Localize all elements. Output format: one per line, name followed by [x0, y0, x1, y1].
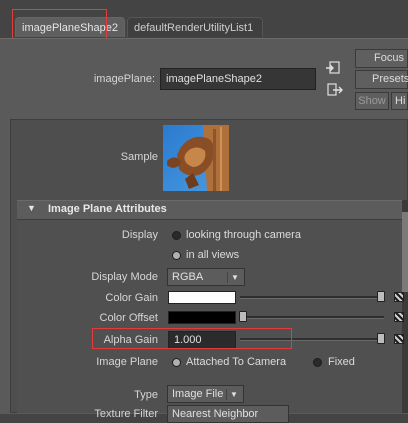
chevron-down-icon: ▼	[227, 272, 242, 283]
alpha-gain-slider-thumb[interactable]	[377, 333, 385, 344]
texture-filter-value: Nearest Neighbor	[172, 408, 259, 420]
presets-button[interactable]: Presets	[355, 70, 408, 89]
color-gain-slider-thumb[interactable]	[377, 291, 385, 302]
color-offset-label: Color Offset	[99, 312, 159, 324]
alpha-gain-field[interactable]: 1.000	[168, 331, 236, 349]
color-offset-slider-thumb[interactable]	[239, 311, 247, 322]
type-label: Type	[134, 389, 158, 401]
scrollbar-thumb[interactable]	[402, 212, 408, 292]
image-plane-label: Image Plane	[96, 356, 158, 368]
output-connection-icon[interactable]	[327, 83, 343, 97]
color-gain-label: Color Gain	[105, 292, 158, 304]
color-gain-swatch[interactable]	[168, 291, 236, 304]
section-collapse-icon[interactable]: ▼	[27, 203, 36, 213]
type-value: Image File	[172, 388, 224, 400]
option-in-all-views[interactable]: in all views	[186, 249, 239, 261]
texture-filter-dropdown[interactable]: Nearest Neighbor	[167, 405, 289, 423]
alpha-gain-label: Alpha Gain	[103, 334, 158, 346]
display-label: Display	[121, 229, 158, 241]
option-attached-to-camera[interactable]: Attached To Camera	[186, 356, 286, 368]
show-button[interactable]: Show	[355, 92, 389, 110]
alpha-gain-slider-track[interactable]	[240, 338, 384, 341]
display-mode-dropdown[interactable]: RGBA ▼	[167, 268, 245, 286]
color-offset-slider-track[interactable]	[240, 316, 384, 319]
alpha-gain-map-button[interactable]	[394, 334, 404, 344]
chevron-down-icon: ▼	[226, 389, 241, 400]
color-offset-swatch[interactable]	[168, 311, 236, 324]
input-connection-icon[interactable]	[325, 61, 341, 75]
radio-attached-to-camera[interactable]	[172, 358, 181, 367]
color-gain-map-button[interactable]	[394, 292, 404, 302]
focus-button[interactable]: Focus	[355, 49, 408, 68]
hide-button[interactable]: Hi	[391, 92, 408, 110]
radio-fixed[interactable]	[313, 358, 322, 367]
display-mode-value: RGBA	[172, 271, 204, 283]
radio-looking-through-camera[interactable]	[172, 231, 181, 240]
sample-swatch-image	[163, 125, 229, 191]
node-name-label: imagePlane:	[93, 73, 155, 85]
node-name-field[interactable]: imagePlaneShape2	[160, 68, 316, 90]
sample-label: Sample	[120, 151, 158, 163]
tab-default-render-utility-list1[interactable]: defaultRenderUtilityList1	[127, 17, 263, 37]
color-offset-map-button[interactable]	[394, 312, 404, 322]
option-fixed[interactable]: Fixed	[328, 356, 355, 368]
display-mode-label: Display Mode	[91, 271, 158, 283]
option-looking-through-camera[interactable]: looking through camera	[186, 229, 301, 241]
type-dropdown[interactable]: Image File ▼	[167, 385, 244, 403]
tab-image-plane-shape2[interactable]: imagePlaneShape2	[15, 17, 125, 37]
radio-in-all-views[interactable]	[172, 251, 181, 260]
section-title: Image Plane Attributes	[48, 203, 167, 215]
texture-filter-label: Texture Filter	[94, 408, 158, 420]
color-gain-slider-track[interactable]	[240, 296, 384, 299]
